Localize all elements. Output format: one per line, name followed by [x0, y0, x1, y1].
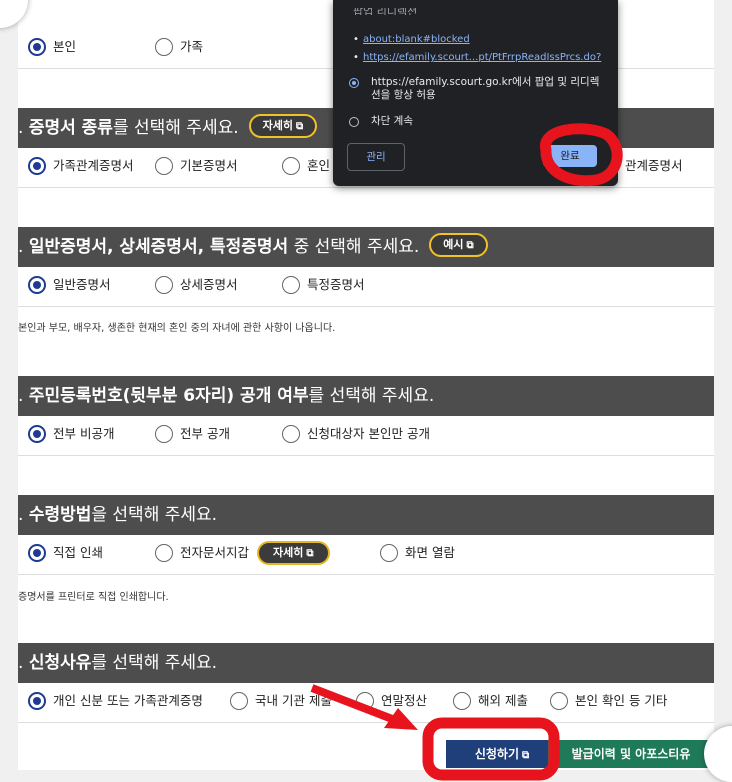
receive-note: 증명서를 프린터로 직접 인쇄합니다. [18, 592, 169, 603]
blocked-link-1[interactable]: about:blank#blocked [353, 34, 470, 45]
cert-detail-note: 본인과 부모, 배우자, 생존한 현재의 혼인 중의 자녀에 관한 사항이 나옵… [18, 323, 336, 334]
reason-other[interactable]: 본인 확인 등 기타 [550, 689, 667, 713]
reason-year-end[interactable]: 연말정산 [356, 689, 427, 713]
radio-checked-icon [28, 156, 46, 175]
popup-redirect-dialog: 팝업 리디렉션 about:blank#blocked https://efam… [333, 0, 618, 186]
allow-option-label: https://efamily.scourt.go.kr에서 팝업 및 리디렉션… [371, 76, 600, 101]
radio-checked-icon [28, 543, 46, 562]
cert-type-detail-button[interactable]: 자세히 ⧉ [248, 114, 318, 138]
external-link-icon: ⧉ [306, 547, 314, 559]
cert-detail-example-button[interactable]: 예시 ⧉ [429, 233, 488, 257]
cert-type-marriage[interactable]: 혼인 [282, 154, 330, 178]
reason-domestic[interactable]: 국내 기관 제출 [230, 689, 332, 713]
radio-checked-icon [28, 37, 46, 56]
rrn-self-only[interactable]: 신청대상자 본인만 공개 [282, 422, 430, 446]
receive-print[interactable]: 직접 인쇄 [28, 541, 103, 565]
radio-checked-icon [28, 424, 46, 443]
receive-screen-view[interactable]: 화면 열람 [380, 541, 455, 565]
external-link-icon: ⧉ [466, 240, 474, 251]
radio-icon [155, 543, 173, 562]
applicant-option-self[interactable]: 본인 [28, 35, 76, 59]
issue-history-button[interactable]: 발급이력 및 아포스티유 [548, 740, 714, 768]
apply-button[interactable]: 신청하기 ⧉ [446, 740, 558, 768]
cert-detail-header: . 일반증명서, 상세증명서, 특정증명서 중 선택해 주세요. 예시 ⧉ [18, 227, 714, 267]
radio-checked-icon [28, 275, 46, 294]
receive-method-header: . 수령방법을 선택해 주세요. [18, 495, 714, 535]
radio-icon [155, 156, 173, 175]
external-link-icon: ⧉ [522, 750, 530, 761]
cert-detail-general[interactable]: 일반증명서 [28, 273, 111, 297]
done-button[interactable]: 완료 [543, 145, 597, 167]
radio-icon [230, 691, 248, 710]
block-radio[interactable] [349, 117, 359, 127]
reason-radio-group: 개인 신분 또는 가족관계증명 국내 기관 제출 연말정산 해외 제출 본인 확… [18, 680, 714, 723]
radio-icon [356, 691, 374, 710]
cert-detail-detailed[interactable]: 상세증명서 [155, 273, 238, 297]
block-option-label: 차단 계속 [371, 115, 413, 127]
radio-icon [453, 691, 471, 710]
rrn-all-hidden[interactable]: 전부 비공개 [28, 422, 114, 446]
cert-type-basic[interactable]: 기본증명서 [155, 154, 238, 178]
applicant-option-family[interactable]: 가족 [155, 35, 203, 59]
receive-radio-group: 직접 인쇄 전자문서지갑 자세히 ⧉ 화면 열람 [18, 532, 714, 575]
reason-identity[interactable]: 개인 신분 또는 가족관계증명 [28, 689, 203, 713]
cert-type-family-relation[interactable]: 가족관계증명서 [28, 154, 134, 178]
manage-button[interactable]: 관리 [347, 143, 405, 171]
radio-icon [282, 275, 300, 294]
rrn-radio-group: 전부 비공개 전부 공개 신청대상자 본인만 공개 [18, 413, 714, 456]
radio-icon [155, 424, 173, 443]
popup-title: 팝업 리디렉션 [353, 8, 418, 15]
rrn-all-shown[interactable]: 전부 공개 [155, 422, 230, 446]
reason-header: . 신청사유를 선택해 주세요. [18, 643, 714, 683]
radio-checked-icon [28, 691, 46, 710]
radio-icon [155, 37, 173, 56]
cert-detail-radio-group: 일반증명서 상세증명서 특정증명서 [18, 264, 714, 307]
external-link-icon: ⧉ [296, 121, 304, 132]
radio-icon [380, 543, 398, 562]
radio-icon [550, 691, 568, 710]
radio-icon [282, 424, 300, 443]
reason-overseas[interactable]: 해외 제출 [453, 689, 528, 713]
cert-type-relation[interactable]: 관계증명서 [625, 154, 683, 178]
cert-detail-specific[interactable]: 특정증명서 [282, 273, 365, 297]
radio-icon [282, 156, 300, 175]
radio-icon [155, 275, 173, 294]
rrn-disclosure-header: . 주민등록번호(뒷부분 6자리) 공개 여부를 선택해 주세요. [18, 376, 714, 416]
allow-radio[interactable] [349, 78, 359, 88]
wallet-detail-button[interactable]: 자세히 ⧉ [257, 540, 330, 565]
blocked-link-2[interactable]: https://efamily.scourt...pt/PtFrrpReadIs… [353, 52, 601, 63]
receive-wallet[interactable]: 전자문서지갑 자세히 ⧉ [155, 540, 330, 565]
